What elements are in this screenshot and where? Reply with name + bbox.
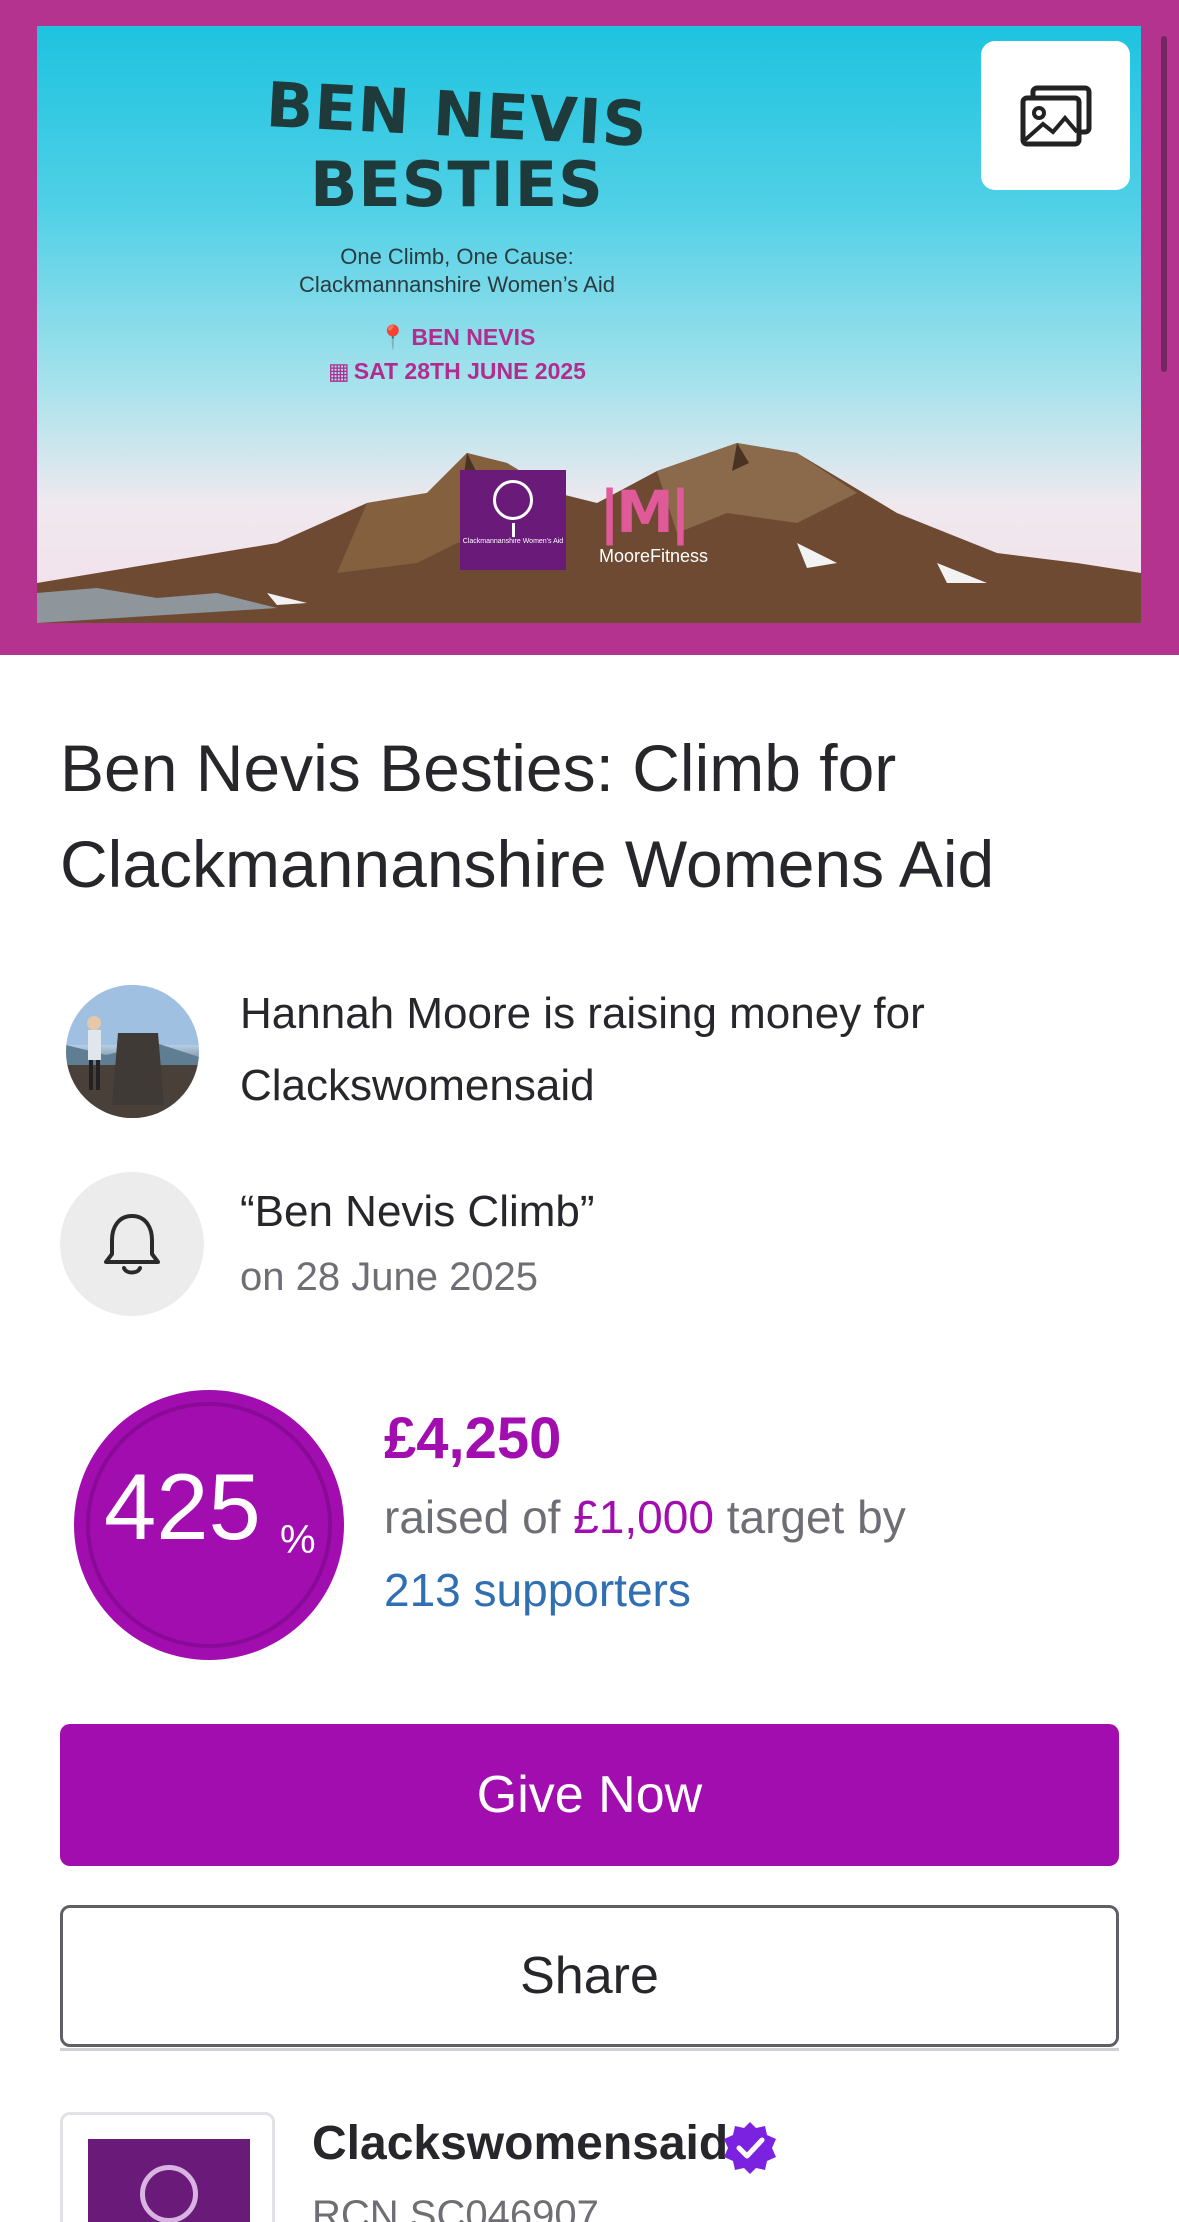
image-gallery-icon xyxy=(1020,85,1091,146)
gallery-button[interactable] xyxy=(981,41,1130,190)
hero-image[interactable]: BEN NEVIS BESTIES One Climb, One Cause: … xyxy=(37,26,1141,623)
hero-banner: BEN NEVIS BESTIES One Climb, One Cause: … xyxy=(0,0,1179,655)
progress-percent: 425 xyxy=(104,1454,261,1559)
poster-subtitle-line1: One Climb, One Cause: xyxy=(340,244,574,269)
poster-location-text: BEN NEVIS xyxy=(411,324,536,350)
charity-name[interactable]: Clackswomensaid xyxy=(312,2120,728,2168)
event-name: “Ben Nevis Climb” xyxy=(240,1187,595,1236)
fundraiser-charity-name: Clackswomensaid xyxy=(240,1061,595,1110)
poster-location: 📍 BEN NEVIS xyxy=(37,324,877,351)
target-amount: £1,000 xyxy=(573,1491,714,1543)
charity-registration: RCN SC046907 xyxy=(312,2193,599,2222)
progress-percent-unit: % xyxy=(280,1518,316,1562)
give-now-button[interactable]: Give Now xyxy=(60,1724,1119,1866)
raised-suffix: target by xyxy=(713,1491,906,1543)
poster-date-text: SAT 28TH JUNE 2025 xyxy=(353,358,586,384)
charity-poster-logo: Clackmannanshire Women's Aid xyxy=(460,470,566,570)
amount-raised: £4,250 xyxy=(384,1406,562,1471)
event-date: on 28 June 2025 xyxy=(240,1255,539,1299)
supporters-link[interactable]: 213 supporters xyxy=(384,1565,691,1616)
raised-prefix: raised of xyxy=(384,1491,574,1543)
progress-ring: 425 % xyxy=(74,1390,344,1660)
sponsor-logo-text: MooreFitness xyxy=(599,546,709,566)
bell-icon xyxy=(104,1214,160,1275)
poster-subtitle-line2: Clackmannanshire Women’s Aid xyxy=(299,272,615,297)
poster-date: ▦ SAT 28TH JUNE 2025 xyxy=(37,358,877,385)
poster-title-line2: BESTIES xyxy=(310,148,604,221)
poster-logo-text: Clackmannanshire Women's Aid xyxy=(462,538,564,545)
location-pin-icon: 📍 xyxy=(378,324,408,350)
avatar-photo xyxy=(66,985,199,1118)
fundraiser-text: Hannah Moore is raising money for xyxy=(240,989,925,1038)
venus-icon xyxy=(493,480,533,537)
charity-logo-card[interactable] xyxy=(60,2112,275,2222)
charity-logo xyxy=(88,2139,250,2222)
calendar-icon: ▦ xyxy=(328,358,350,384)
sponsor-logo-icon: |M| xyxy=(599,478,691,546)
section-divider xyxy=(60,2048,1119,2051)
raised-target-text: raised of £1,000 target by xyxy=(384,1492,906,1543)
event-icon-circle xyxy=(60,1172,204,1316)
venus-icon xyxy=(140,2165,198,2222)
share-button[interactable]: Share xyxy=(60,1905,1119,2047)
scrollbar-thumb[interactable] xyxy=(1161,36,1167,372)
mountain-illustration xyxy=(37,443,1141,623)
fundraiser-avatar[interactable] xyxy=(66,985,199,1118)
page-title: Ben Nevis Besties: Climb for Clackmannan… xyxy=(60,731,995,901)
verified-badge-icon xyxy=(724,2122,776,2174)
